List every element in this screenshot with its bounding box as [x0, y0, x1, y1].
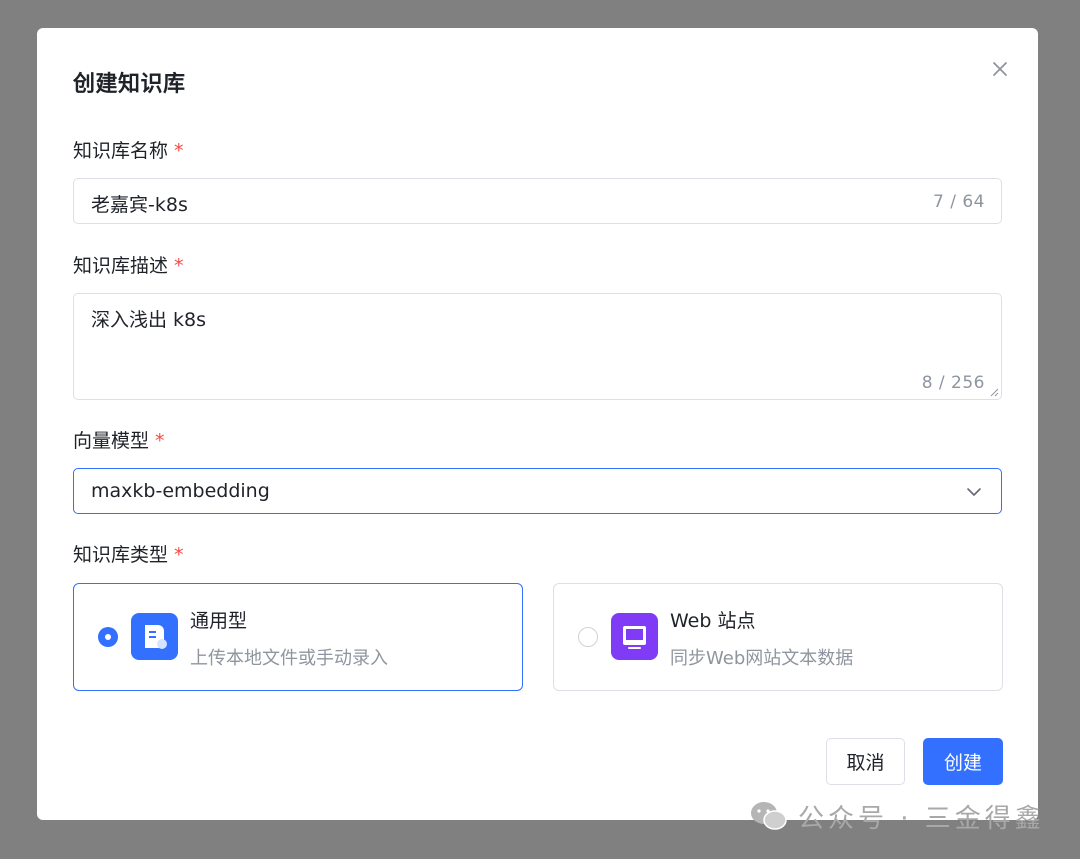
create-knowledge-base-dialog: 创建知识库 知识库名称 * 老嘉宾-k8s 7 / 64 知识库描述 * 深入浅出 …: [37, 28, 1038, 820]
vector-model-field-label: 向量模型 *: [73, 426, 165, 453]
option-description: 上传本地文件或手动录入: [190, 648, 388, 669]
required-mark: *: [174, 255, 184, 277]
watermark: 公众号 · 三金得鑫: [750, 796, 1045, 836]
name-field-label: 知识库名称 *: [73, 136, 184, 163]
required-mark: *: [174, 140, 184, 162]
description-char-counter: 8 / 256: [921, 373, 985, 393]
wechat-icon: [751, 802, 787, 830]
cancel-button[interactable]: 取消: [826, 738, 905, 785]
monitor-icon: [611, 613, 658, 660]
option-title: Web 站点: [670, 610, 756, 632]
description-label-text: 知识库描述: [73, 255, 169, 277]
vector-model-select[interactable]: maxkb-embedding: [73, 468, 1002, 514]
document-icon: [131, 613, 178, 660]
chevron-down-icon: [967, 488, 981, 496]
name-input[interactable]: 老嘉宾-k8s 7 / 64: [73, 178, 1002, 224]
description-textarea[interactable]: 深入浅出 k8s 8 / 256: [73, 293, 1002, 400]
close-icon[interactable]: [987, 56, 1013, 82]
description-field-label: 知识库描述 *: [73, 251, 184, 278]
kb-type-label-text: 知识库类型: [73, 544, 169, 566]
name-input-value: 老嘉宾-k8s: [91, 194, 188, 216]
watermark-text: 公众号 · 三金得鑫: [798, 803, 1045, 834]
name-label-text: 知识库名称: [73, 140, 169, 162]
create-button[interactable]: 创建: [923, 738, 1003, 785]
option-title: 通用型: [190, 610, 248, 632]
required-mark: *: [174, 544, 184, 566]
vector-model-selected-value: maxkb-embedding: [91, 480, 270, 502]
name-char-counter: 7 / 64: [933, 192, 985, 212]
option-description: 同步Web网站文本数据: [670, 648, 854, 669]
description-value: 深入浅出 k8s: [91, 309, 207, 331]
required-mark: *: [155, 430, 165, 452]
kb-type-option-web[interactable]: Web 站点 同步Web网站文本数据: [553, 583, 1003, 691]
resize-handle-icon[interactable]: [989, 387, 999, 397]
kb-type-option-general[interactable]: 通用型 上传本地文件或手动录入: [73, 583, 523, 691]
dialog-title: 创建知识库: [73, 72, 186, 97]
kb-type-field-label: 知识库类型 *: [73, 540, 184, 567]
radio-unselected[interactable]: [578, 627, 598, 647]
vector-model-label-text: 向量模型: [73, 430, 150, 452]
radio-selected[interactable]: [98, 627, 118, 647]
